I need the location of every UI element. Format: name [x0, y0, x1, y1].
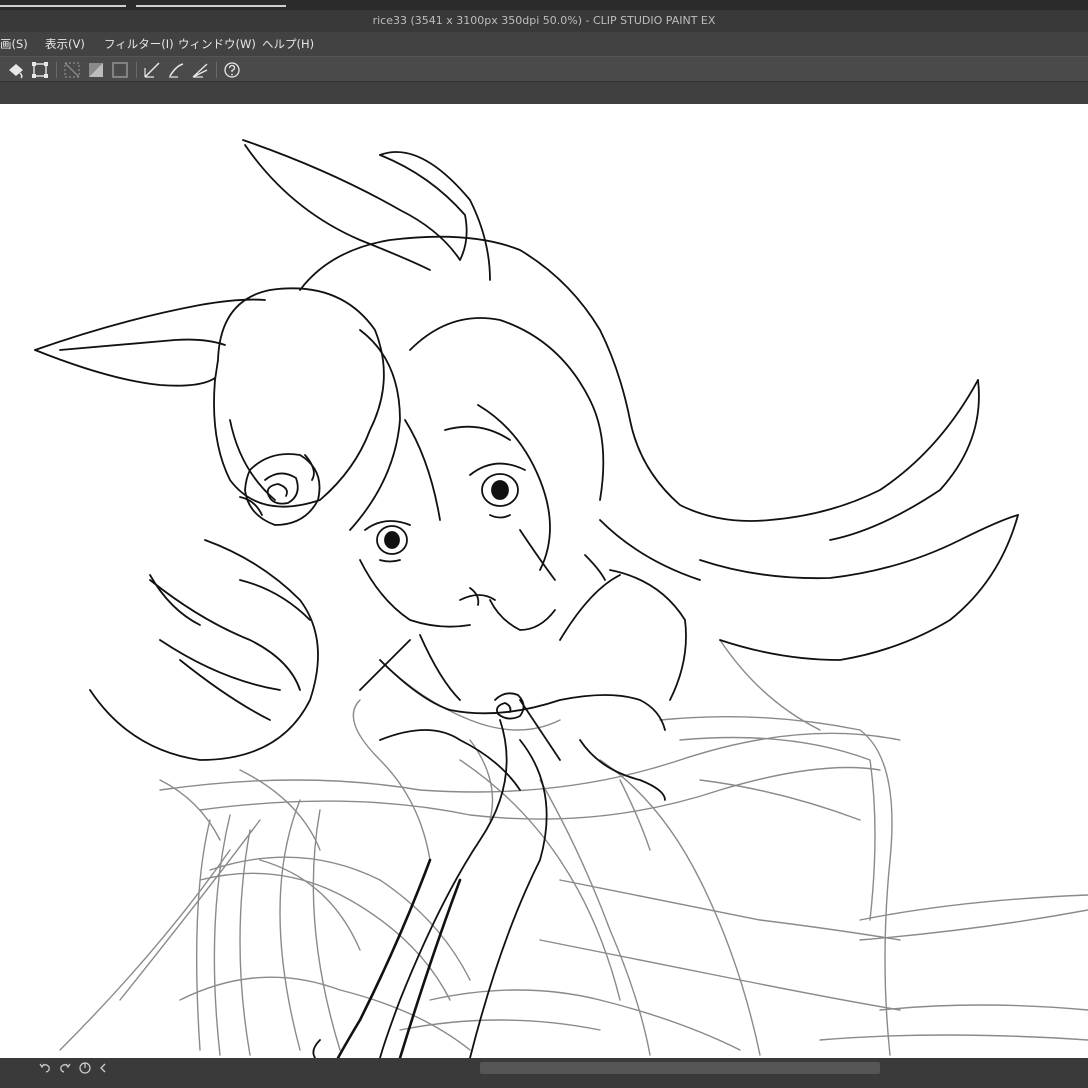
command-toolbar — [0, 56, 1088, 82]
help-icon[interactable] — [222, 60, 242, 80]
rotate-icon[interactable] — [78, 1061, 92, 1075]
top-tab-strip — [0, 0, 1088, 10]
horizontal-scrollbar[interactable] — [480, 1062, 880, 1074]
toolbar-separator — [56, 62, 57, 78]
window-title: rice33 (3541 x 3100px 350dpi 50.0%) - CL… — [0, 10, 1088, 32]
menu-window[interactable]: ウィンドウ(W) — [178, 36, 256, 52]
menu-help[interactable]: ヘルプ(H) — [262, 36, 314, 52]
fill-icon[interactable] — [6, 60, 26, 80]
drawing-canvas[interactable] — [0, 104, 1088, 1058]
perspective-icon[interactable] — [190, 60, 210, 80]
document-tab-indicator[interactable] — [0, 5, 126, 7]
undo-icon[interactable] — [38, 1061, 52, 1075]
selection-clear-icon[interactable] — [110, 60, 130, 80]
secondary-toolbar — [0, 82, 1088, 105]
sketch-artwork — [34, 139, 1088, 1058]
transform-icon[interactable] — [30, 60, 50, 80]
brush-ruler-icon[interactable] — [166, 60, 186, 80]
menu-layer[interactable]: 画(S) — [0, 36, 28, 52]
menu-filter[interactable]: フィルター(I) — [104, 36, 174, 52]
collapse-icon[interactable] — [96, 1061, 110, 1075]
redo-icon[interactable] — [58, 1061, 72, 1075]
menu-bar: 画(S) 表示(V) フィルター(I) ウィンドウ(W) ヘルプ(H) — [0, 32, 1088, 56]
status-bar — [0, 1058, 1088, 1088]
ruler-icon[interactable] — [142, 60, 162, 80]
document-tab-indicator[interactable] — [136, 5, 286, 7]
selection-invert-icon[interactable] — [86, 60, 106, 80]
toolbar-separator — [136, 62, 137, 78]
toolbar-separator — [216, 62, 217, 78]
selection-outside-icon[interactable] — [62, 60, 82, 80]
menu-view[interactable]: 表示(V) — [45, 36, 85, 52]
